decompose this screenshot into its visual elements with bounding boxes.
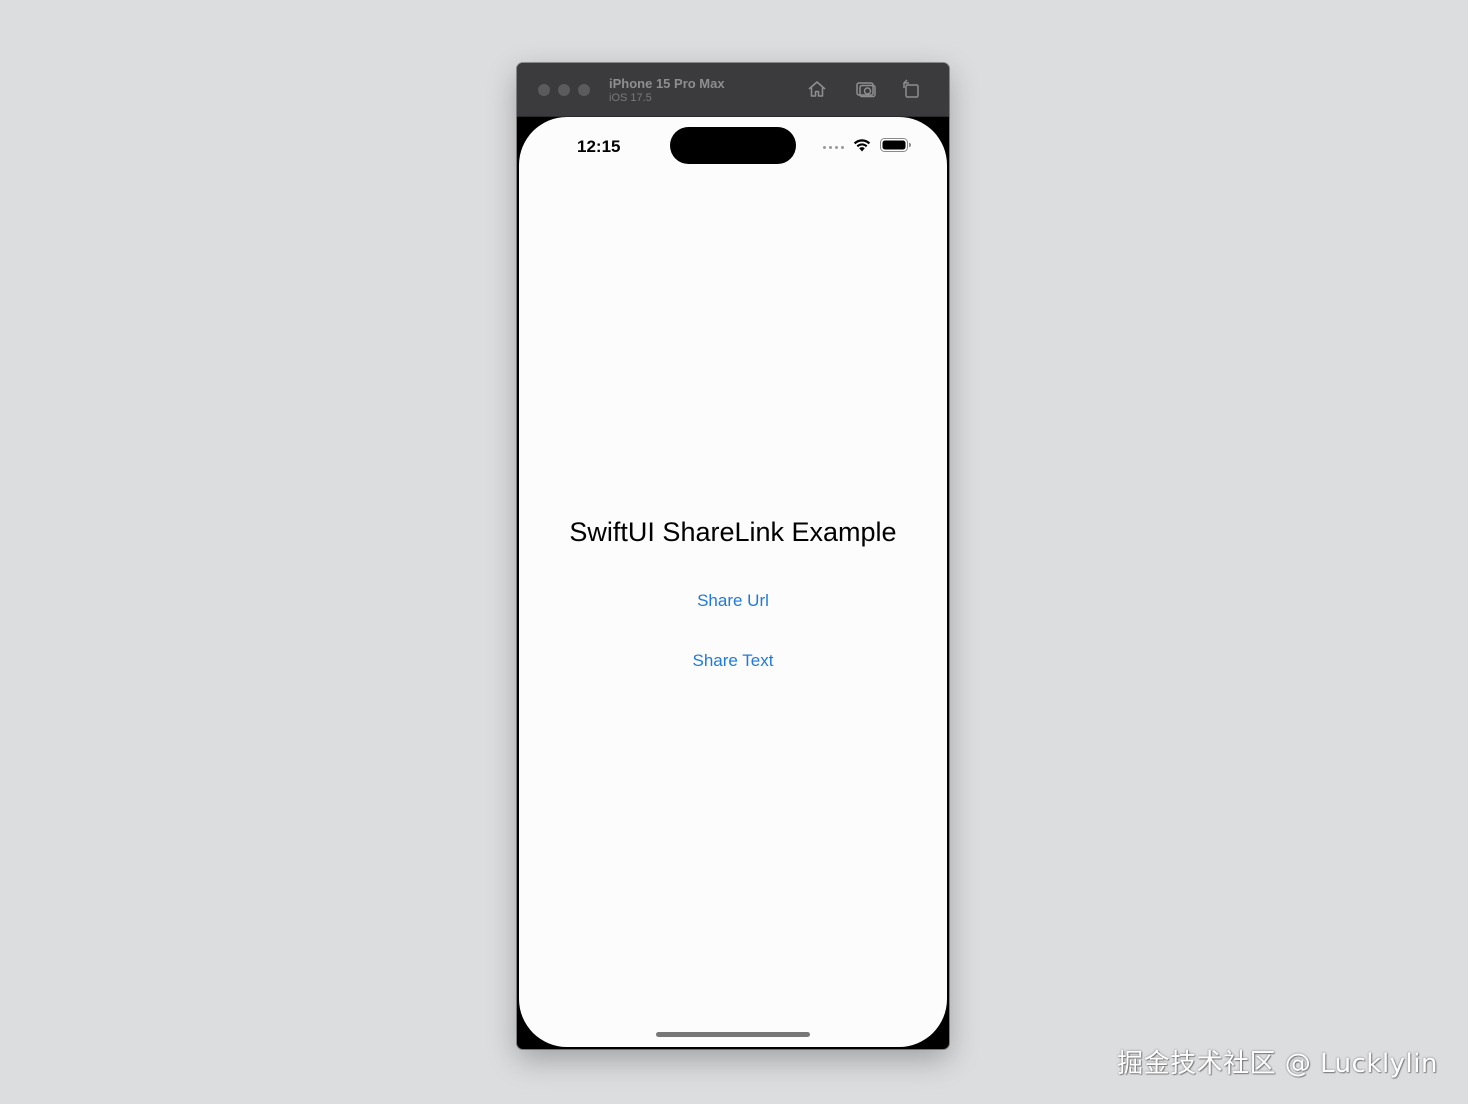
zoom-window-button[interactable] (578, 84, 590, 96)
phone-screen: 12:15 SwiftUI ShareLink Example Share Ur… (519, 117, 947, 1047)
home-icon[interactable] (806, 78, 828, 100)
simulator-titlebar[interactable]: iPhone 15 Pro Max iOS 17.5 (517, 63, 949, 117)
share-text-button[interactable]: Share Text (519, 651, 947, 671)
app-content: SwiftUI ShareLink Example Share Url Shar… (519, 117, 947, 1047)
home-indicator[interactable] (656, 1032, 810, 1037)
page-title: SwiftUI ShareLink Example (569, 517, 897, 547)
device-os-version: iOS 17.5 (609, 92, 652, 104)
stage: iPhone 15 Pro Max iOS 17.5 12:15 SwiftUI… (0, 0, 1468, 1104)
minimize-window-button[interactable] (558, 84, 570, 96)
rotate-icon[interactable] (900, 78, 922, 100)
close-window-button[interactable] (538, 84, 550, 96)
device-name: iPhone 15 Pro Max (609, 76, 725, 91)
simulator-window: iPhone 15 Pro Max iOS 17.5 12:15 SwiftUI… (517, 63, 949, 1049)
share-url-button[interactable]: Share Url (519, 591, 947, 611)
screenshot-icon[interactable] (855, 78, 877, 100)
watermark: 掘金技术社区 @ Lucklylin (1117, 1049, 1438, 1079)
